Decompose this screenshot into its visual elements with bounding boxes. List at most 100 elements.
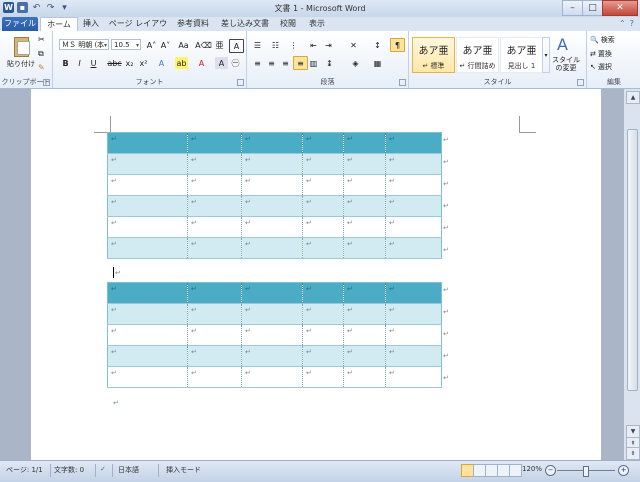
tab-insert[interactable]: 挿入: [80, 17, 102, 31]
table-cell[interactable]: ↵: [107, 303, 188, 325]
table-cell[interactable]: ↵: [302, 324, 344, 346]
table-cell[interactable]: ↵: [302, 216, 344, 238]
paragraph-launcher-icon[interactable]: [399, 79, 406, 86]
enclosed-char-icon[interactable]: ㊀: [229, 57, 242, 69]
tab-mailings[interactable]: 差し込み文書: [220, 17, 270, 31]
table-cell[interactable]: ↵: [107, 216, 188, 238]
change-styles-icon[interactable]: A: [557, 35, 568, 54]
table-cell[interactable]: ↵: [241, 282, 303, 304]
style-normal[interactable]: あア亜 ↵ 標準: [412, 37, 455, 73]
cut-icon[interactable]: ✂: [38, 35, 45, 44]
table-cell[interactable]: ↵: [385, 153, 442, 175]
copy-icon[interactable]: ⧉: [38, 49, 44, 59]
table-cell[interactable]: ↵: [241, 237, 303, 259]
font-size-combo[interactable]: 10.5 ▾: [111, 39, 141, 50]
subscript-icon[interactable]: x₂: [123, 57, 136, 69]
document-area[interactable]: ↵ ↵ ↵ ↵ ↵ ↵ ↵ ↵ ↵ ↵ ↵ ↵ ↵ ↵ ↵ ↵ ↵ ↵ ↵ ↵ ↵ ↵ ↵ ↵ ↵ ↵ ↵ ↵ ↵ ↵ ↵ ↵ ↵ ↵ ↵…: [0, 89, 624, 460]
zoom-slider-thumb[interactable]: [583, 466, 589, 477]
maximize-button[interactable]: □: [582, 0, 603, 16]
change-case-icon[interactable]: Aa: [177, 39, 190, 51]
align-right-icon[interactable]: ≡: [279, 57, 292, 69]
minimize-ribbon-icon[interactable]: ⌃: [619, 19, 626, 28]
table-cell[interactable]: ↵: [187, 153, 242, 175]
align-left-icon[interactable]: ≡: [251, 57, 264, 69]
justify-icon[interactable]: ≡: [293, 56, 308, 70]
table-cell[interactable]: ↵: [343, 174, 386, 196]
table-cell[interactable]: ↵: [187, 195, 242, 217]
table-cell[interactable]: ↵: [107, 282, 188, 304]
table-cell[interactable]: ↵: [187, 324, 242, 346]
table-cell[interactable]: ↵: [385, 366, 442, 388]
table-cell[interactable]: ↵: [302, 303, 344, 325]
table-cell[interactable]: ↵: [241, 303, 303, 325]
find-button[interactable]: 🔍 検索: [590, 35, 615, 45]
table-cell[interactable]: ↵: [107, 324, 188, 346]
language[interactable]: 日本語: [118, 465, 139, 475]
bullets-icon[interactable]: ☰: [251, 39, 264, 51]
table-cell[interactable]: ↵: [107, 195, 188, 217]
show-marks-icon[interactable]: ¶: [390, 38, 405, 52]
table-cell[interactable]: ↵: [241, 132, 303, 154]
table-cell[interactable]: ↵: [187, 132, 242, 154]
zoom-out-icon[interactable]: −: [545, 465, 556, 476]
clear-format-icon[interactable]: A⌫: [195, 39, 212, 51]
table-cell[interactable]: ↵: [343, 303, 386, 325]
table-cell[interactable]: ↵: [302, 237, 344, 259]
underline-icon[interactable]: U: [87, 57, 100, 69]
tab-references[interactable]: 参考資料: [174, 17, 212, 31]
table-cell[interactable]: ↵: [385, 237, 442, 259]
highlight-icon[interactable]: ab: [175, 57, 188, 69]
table-cell[interactable]: ↵: [343, 366, 386, 388]
table-cell[interactable]: ↵: [187, 345, 242, 367]
select-button[interactable]: ↖ 選択: [590, 62, 612, 72]
word-count[interactable]: 文字数: 0: [54, 465, 84, 475]
asian-layout-icon[interactable]: ✕: [347, 39, 360, 51]
distributed-icon[interactable]: ▥: [307, 57, 320, 69]
tab-view[interactable]: 表示: [305, 17, 329, 31]
table-cell[interactable]: ↵: [302, 345, 344, 367]
table-cell[interactable]: ↵: [343, 216, 386, 238]
styles-launcher-icon[interactable]: [577, 79, 584, 86]
font-name-combo[interactable]: ＭＳ 明朝 (本 ▾: [59, 39, 109, 50]
table-cell[interactable]: ↵: [107, 153, 188, 175]
format-painter-icon[interactable]: ✎: [38, 63, 45, 72]
table-cell[interactable]: ↵: [241, 153, 303, 175]
table-cell[interactable]: ↵: [187, 174, 242, 196]
table-cell[interactable]: ↵: [385, 345, 442, 367]
table-cell[interactable]: ↵: [241, 366, 303, 388]
multilevel-list-icon[interactable]: ⋮: [287, 39, 300, 51]
superscript-icon[interactable]: x²: [137, 57, 150, 69]
shading-icon[interactable]: ◈: [349, 57, 362, 69]
table-cell[interactable]: ↵: [343, 324, 386, 346]
table-cell[interactable]: ↵: [302, 195, 344, 217]
tab-page-layout[interactable]: ページ レイアウト: [108, 17, 168, 42]
document-page[interactable]: ↵ ↵ ↵ ↵ ↵ ↵ ↵ ↵ ↵ ↵ ↵ ↵ ↵ ↵ ↵ ↵ ↵ ↵ ↵ ↵ ↵ ↵ ↵ ↵ ↵ ↵ ↵ ↵ ↵ ↵ ↵ ↵ ↵ ↵ ↵…: [31, 89, 601, 460]
paste-button[interactable]: 貼り付け: [6, 35, 36, 75]
style-no-spacing[interactable]: あア亜 ↵ 行間詰め: [456, 37, 499, 73]
help-icon[interactable]: ?: [630, 19, 634, 28]
table-cell[interactable]: ↵: [241, 174, 303, 196]
table-cell[interactable]: ↵: [241, 195, 303, 217]
draft-view-icon[interactable]: [509, 464, 522, 477]
line-spacing-icon[interactable]: ↨: [323, 57, 336, 69]
table-cell[interactable]: ↵: [302, 132, 344, 154]
table-cell[interactable]: ↵: [385, 282, 442, 304]
zoom-level[interactable]: 120%: [522, 465, 542, 473]
font-launcher-icon[interactable]: [237, 79, 244, 86]
change-styles-button[interactable]: スタイルの変更: [550, 56, 582, 72]
bold-icon[interactable]: B: [59, 57, 72, 69]
char-shading-icon[interactable]: A: [215, 57, 228, 69]
close-button[interactable]: ✕: [602, 0, 638, 16]
strikethrough-icon[interactable]: abc: [107, 57, 121, 69]
next-page-icon[interactable]: ⇟: [626, 447, 640, 460]
table-cell[interactable]: ↵: [385, 216, 442, 238]
table-1[interactable]: ↵ ↵ ↵ ↵ ↵ ↵ ↵ ↵ ↵ ↵ ↵ ↵ ↵ ↵ ↵ ↵ ↵ ↵ ↵ ↵ ↵ ↵ ↵ ↵ ↵ ↵ ↵ ↵ ↵ ↵ ↵ ↵ ↵ ↵ ↵…: [107, 132, 442, 259]
table-cell[interactable]: ↵: [241, 345, 303, 367]
tab-file[interactable]: ファイル: [2, 17, 38, 31]
table-cell[interactable]: ↵: [187, 366, 242, 388]
decrease-indent-icon[interactable]: ⇤: [307, 39, 320, 51]
table-cell[interactable]: ↵: [107, 132, 188, 154]
table-cell[interactable]: ↵: [187, 282, 242, 304]
table-cell[interactable]: ↵: [107, 345, 188, 367]
borders-icon[interactable]: ▦: [371, 57, 384, 69]
